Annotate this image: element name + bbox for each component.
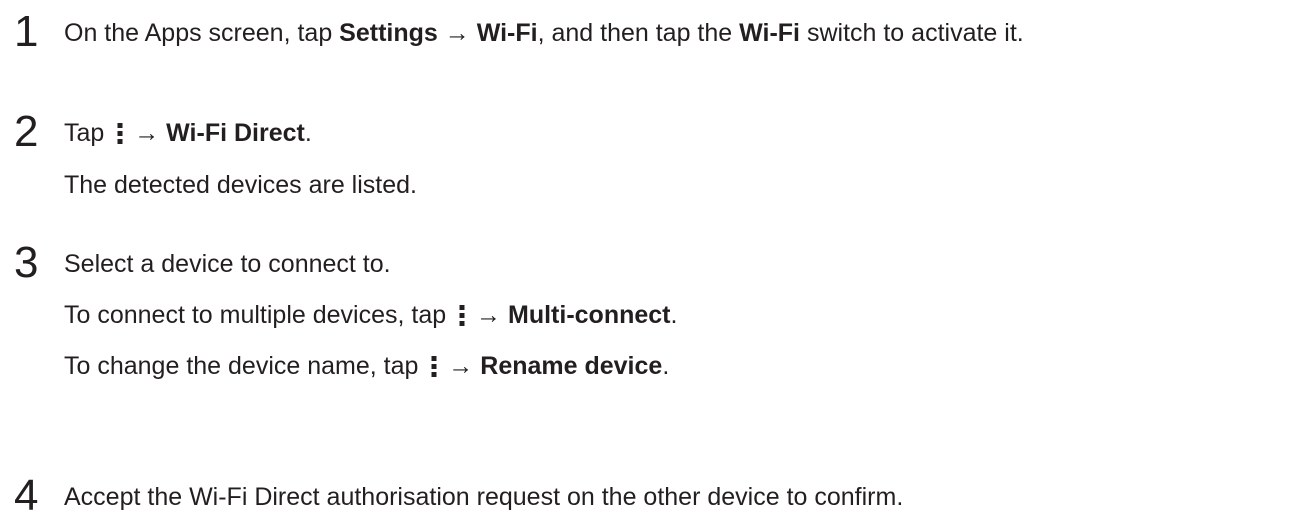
step-text: To change the device name, tap: [64, 352, 426, 380]
step-bold-text: Wi-Fi: [739, 19, 801, 47]
step-1-line-1: On the Apps screen, tap Settings → Wi-Fi…: [64, 17, 1024, 49]
step-number-4: 4: [14, 471, 39, 520]
step-text: .: [670, 301, 678, 329]
step-text: On the Apps screen, tap: [64, 19, 340, 47]
step-text: Select a device to connect to.: [64, 250, 391, 278]
step-4-line-1: Accept the Wi-Fi Direct authorisation re…: [64, 481, 903, 513]
step-3-line-3: To change the device name, tap → Rename …: [64, 350, 669, 382]
step-3-line-1: Select a device to connect to.: [64, 248, 391, 280]
arrow-text: →: [469, 301, 509, 329]
arrow-text: →: [441, 352, 481, 380]
step-text: To connect to multiple devices, tap: [64, 301, 454, 329]
step-bold-text: Settings: [339, 19, 438, 47]
step-text: switch to activate it.: [800, 19, 1024, 47]
arrow-text: →: [127, 119, 167, 147]
step-bold-text: Multi-connect: [508, 301, 671, 329]
step-bold-text: Wi-Fi: [476, 19, 538, 47]
step-text: , and then tap the: [537, 19, 740, 47]
step-text: The detected devices are listed.: [64, 171, 417, 199]
step-number-2: 2: [14, 107, 39, 156]
step-number-1: 1: [14, 7, 39, 56]
step-text: .: [304, 119, 312, 147]
step-2-line-2: The detected devices are listed.: [64, 169, 417, 201]
step-2-line-1: Tap → Wi-Fi Direct.: [64, 117, 312, 149]
step-text: Tap: [64, 119, 112, 147]
arrow-text: →: [437, 19, 477, 47]
step-3-line-2: To connect to multiple devices, tap → Mu…: [64, 299, 677, 331]
more-options-icon: [431, 353, 437, 377]
step-bold-text: Rename device: [480, 352, 663, 380]
step-number-3: 3: [14, 238, 39, 287]
step-text: Accept the Wi-Fi Direct authorisation re…: [64, 483, 904, 511]
more-options-icon: [117, 120, 123, 144]
more-options-icon: [459, 302, 465, 326]
step-text: .: [662, 352, 670, 380]
step-bold-text: Wi-Fi Direct: [166, 119, 305, 147]
